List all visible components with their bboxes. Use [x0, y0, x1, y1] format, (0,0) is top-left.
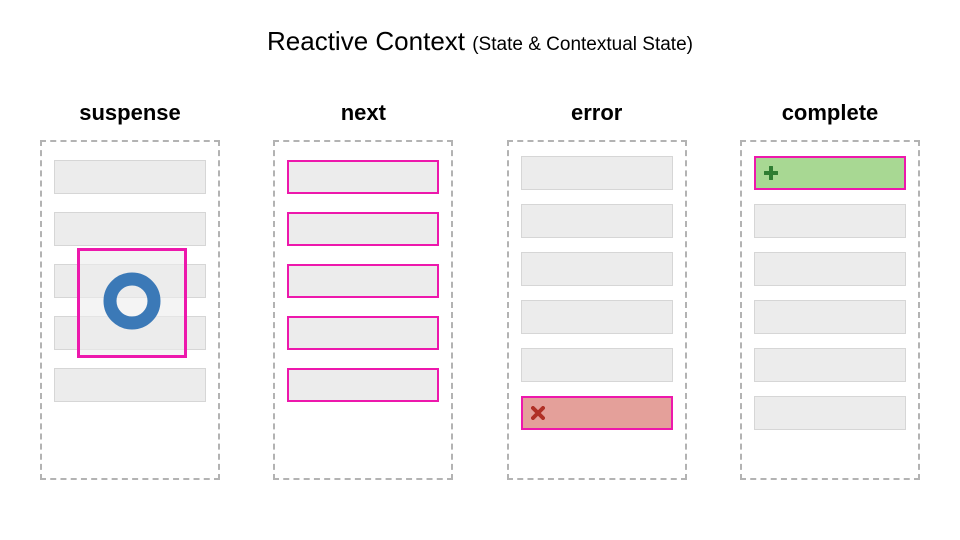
column-label-complete: complete [740, 100, 920, 126]
error-row [521, 396, 673, 430]
panel-complete [740, 140, 920, 480]
state-row [754, 204, 906, 238]
panels-row [40, 140, 920, 480]
state-row [521, 348, 673, 382]
state-row [54, 160, 206, 194]
panel-suspense [40, 140, 220, 480]
state-row [754, 300, 906, 334]
state-row [521, 300, 673, 334]
state-row [754, 252, 906, 286]
diagram-title-main: Reactive Context [267, 26, 465, 56]
state-row [54, 368, 206, 402]
complete-row [754, 156, 906, 190]
state-row [521, 204, 673, 238]
state-row [287, 368, 439, 402]
state-row [287, 160, 439, 194]
state-row [287, 264, 439, 298]
panel-error [507, 140, 687, 480]
diagram-title-sub: (State & Contextual State) [472, 34, 693, 55]
column-labels-row: suspense next error complete [40, 100, 920, 126]
state-row [54, 212, 206, 246]
spinner-icon [101, 270, 163, 337]
state-row [287, 212, 439, 246]
panel-next [273, 140, 453, 480]
column-label-error: error [507, 100, 687, 126]
state-row [754, 348, 906, 382]
column-label-next: next [273, 100, 453, 126]
state-row [754, 396, 906, 430]
state-row [521, 252, 673, 286]
state-row [287, 316, 439, 350]
column-label-suspense: suspense [40, 100, 220, 126]
diagram-title: Reactive Context (State & Contextual Sta… [0, 26, 960, 57]
state-row [521, 156, 673, 190]
suspense-indicator [77, 248, 187, 358]
